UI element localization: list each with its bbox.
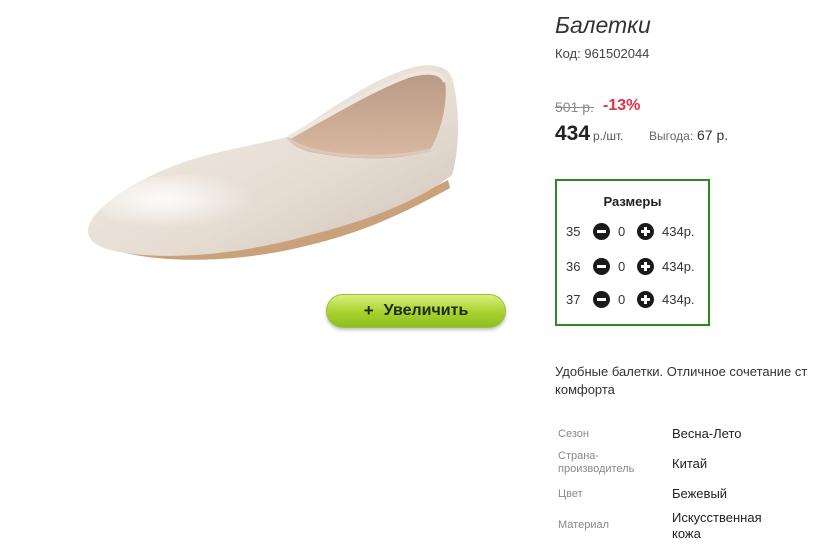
attr-value-color: Бежевый bbox=[672, 486, 727, 502]
description-line: Удобные балетки. Отличное сочетание ст bbox=[555, 364, 808, 379]
attr-value-text: Бежевый bbox=[672, 486, 728, 501]
minus-icon[interactable] bbox=[593, 291, 610, 308]
benefit-value: 67 р. bbox=[697, 127, 729, 143]
product-title: Балетки bbox=[555, 12, 651, 38]
attr-value-text: кожа bbox=[672, 526, 701, 541]
attr-value-season: Весна-Лето bbox=[672, 426, 742, 442]
attr-label-color: Цвет bbox=[558, 488, 583, 501]
attr-label-text: Цвет bbox=[558, 488, 583, 500]
attr-label-country: Страна- производитель bbox=[558, 450, 634, 476]
plus-circle-icon[interactable] bbox=[637, 291, 654, 308]
product-code: Код: 961502044 bbox=[555, 46, 649, 61]
product-image[interactable] bbox=[70, 30, 490, 280]
plus-circle-icon[interactable] bbox=[637, 223, 654, 240]
current-price: 434 bbox=[555, 122, 591, 145]
attr-label-text: Материал bbox=[558, 519, 609, 531]
attr-value-country: Китай bbox=[672, 456, 707, 472]
sizes-panel: Размеры 35 0 434р. 36 0 434р. 37 0 434р. bbox=[555, 179, 710, 326]
attr-label-season: Сезон bbox=[558, 428, 589, 441]
attr-value-material: Искусственная кожа bbox=[672, 510, 762, 542]
attr-label-text: Страна- bbox=[558, 450, 600, 462]
price-unit: р./шт. bbox=[593, 129, 624, 143]
attr-value-text: Весна-Лето bbox=[672, 426, 742, 441]
size-value: 37 bbox=[566, 292, 581, 307]
size-price: 434р. bbox=[662, 259, 695, 274]
size-row: 37 0 434р. bbox=[557, 290, 708, 310]
quantity-value: 0 bbox=[618, 292, 626, 307]
size-price: 434р. bbox=[662, 292, 695, 307]
product-description: Удобные балетки. Отличное сочетание ст к… bbox=[555, 363, 830, 399]
size-row: 36 0 434р. bbox=[557, 257, 708, 277]
attr-label-text: Сезон bbox=[558, 428, 589, 440]
product-code-label: Код: bbox=[555, 46, 581, 61]
discount-badge: -13% bbox=[603, 97, 641, 114]
attr-label-text: производитель bbox=[558, 463, 635, 475]
product-code-value: 961502044 bbox=[584, 46, 650, 61]
plus-circle-icon[interactable] bbox=[637, 258, 654, 275]
minus-icon[interactable] bbox=[593, 223, 610, 240]
plus-icon: + bbox=[363, 301, 374, 320]
minus-icon[interactable] bbox=[593, 258, 610, 275]
old-price: 501 р. bbox=[555, 99, 594, 115]
sizes-title: Размеры bbox=[603, 194, 662, 209]
quantity-value: 0 bbox=[618, 224, 626, 239]
zoom-button-label: Увеличить bbox=[383, 302, 469, 319]
quantity-value: 0 bbox=[618, 259, 626, 274]
benefit-label: Выгода: bbox=[649, 129, 694, 143]
description-line: комфорта bbox=[555, 382, 615, 397]
zoom-button[interactable]: + Увеличить bbox=[326, 294, 506, 328]
size-value: 36 bbox=[566, 259, 581, 274]
attr-label-material: Материал bbox=[558, 519, 609, 532]
attr-value-text: Китай bbox=[672, 456, 708, 471]
size-row: 35 0 434р. bbox=[557, 222, 708, 242]
size-price: 434р. bbox=[662, 224, 695, 239]
attr-value-text: Искусственная bbox=[672, 510, 762, 525]
size-value: 35 bbox=[566, 224, 581, 239]
